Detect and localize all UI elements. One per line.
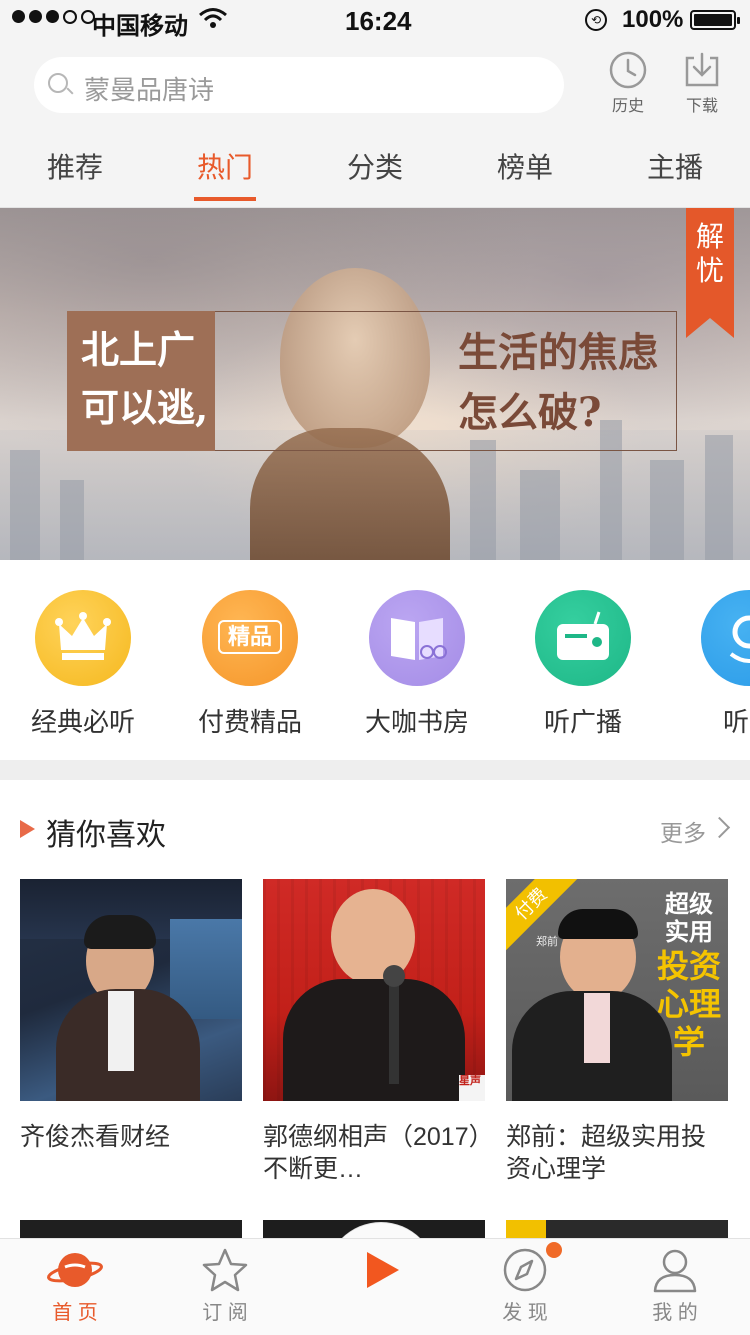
- category-premium[interactable]: 精品 付费精品: [175, 590, 325, 739]
- album-card[interactable]: 付费 郑前 超级 实用 投资 心理 学 郑前：超级实用投资心理学: [506, 879, 728, 1185]
- status-time: 16:24: [345, 6, 412, 36]
- history-button[interactable]: 历史: [598, 50, 658, 116]
- album-title: 郑前：超级实用投资心理学: [506, 1123, 707, 1183]
- album-cover: [20, 879, 242, 1101]
- carrier-name: 中国移动: [92, 13, 188, 40]
- radio-icon: [535, 590, 631, 686]
- category-label: 付费精品: [197, 707, 302, 737]
- battery-icon: [690, 10, 740, 30]
- nav-subscribe[interactable]: 订 阅: [175, 1247, 275, 1325]
- search-input[interactable]: 蒙曼品唐诗: [34, 57, 564, 113]
- play-button[interactable]: [345, 1238, 417, 1310]
- nav-label: 发 现: [502, 1302, 548, 1324]
- rotation-lock-icon: ⟲: [585, 9, 607, 31]
- book-icon: [369, 590, 465, 686]
- album-card[interactable]: 星声 郭德纲相声（2017）不断更…: [263, 879, 485, 1185]
- album-cover: 星声: [263, 879, 485, 1101]
- premium-icon: 精品: [202, 590, 298, 686]
- nav-label: 订 阅: [202, 1302, 248, 1324]
- planet-icon: [47, 1253, 103, 1287]
- album-card-peek: [506, 1220, 728, 1240]
- location-icon: [701, 590, 750, 686]
- main-tabs: 推荐 热门 分类 榜单 主播: [0, 136, 750, 206]
- category-label: 听广播: [543, 707, 622, 737]
- nav-home[interactable]: 首 页: [25, 1247, 125, 1325]
- album-title: 齐俊杰看财经: [20, 1123, 171, 1151]
- category-radio[interactable]: 听广播: [508, 590, 658, 739]
- crown-icon: [35, 590, 131, 686]
- download-button[interactable]: 下载: [672, 50, 732, 116]
- status-bar: 中国移动 16:24 ⟲ 100%: [0, 0, 750, 40]
- banner-ribbon: 解 忧: [686, 208, 734, 338]
- cover-watermark: 星声: [459, 1075, 485, 1101]
- tab-category[interactable]: 分类: [300, 146, 450, 186]
- category-nearby[interactable]: 听广: [674, 590, 750, 739]
- section-title: 猜你喜欢: [46, 819, 166, 852]
- tab-recommend[interactable]: 推荐: [0, 146, 150, 186]
- album-card[interactable]: 齐俊杰看财经: [20, 879, 242, 1153]
- cover-title: 超级 实用 投资 心理 学: [656, 891, 721, 1060]
- search-placeholder: 蒙曼品唐诗: [84, 75, 215, 105]
- download-label: 下载: [685, 98, 718, 115]
- signal-strength-icon: [12, 10, 95, 24]
- tab-hosts[interactable]: 主播: [600, 146, 750, 186]
- more-link[interactable]: 更多: [660, 814, 706, 848]
- star-icon: [202, 1248, 248, 1292]
- active-tab-indicator: [194, 197, 256, 201]
- history-label: 历史: [611, 98, 644, 115]
- tab-hot[interactable]: 热门: [150, 146, 300, 186]
- category-celebrity-study[interactable]: 大咖书房: [342, 590, 492, 739]
- notification-dot: [546, 1242, 562, 1258]
- search-icon: [48, 73, 68, 93]
- nav-label: 我 的: [652, 1302, 698, 1324]
- category-label: 经典必听: [30, 707, 135, 737]
- nav-discover[interactable]: 发 现: [475, 1247, 575, 1325]
- category-label: 大咖书房: [364, 707, 469, 737]
- album-title: 郭德纲相声（2017）不断更…: [263, 1123, 482, 1183]
- category-label: 听广: [722, 707, 750, 737]
- compass-icon: [503, 1248, 547, 1292]
- category-classic[interactable]: 经典必听: [8, 590, 158, 739]
- clock-icon: [609, 51, 647, 89]
- section-marker-icon: [20, 820, 35, 838]
- battery-percent: 100%: [622, 6, 684, 33]
- guess-section-header: 猜你喜欢 更多: [0, 780, 750, 876]
- tab-rankings[interactable]: 榜单: [450, 146, 600, 186]
- album-card-peek: [20, 1220, 242, 1240]
- chevron-right-icon[interactable]: [708, 816, 731, 839]
- banner-right-text: 生活的焦虑 怎么破?: [458, 329, 658, 436]
- header: 蒙曼品唐诗 历史 下载 推荐 热门 分类 榜单 主播: [0, 40, 750, 208]
- download-icon: [685, 52, 719, 87]
- category-row: 经典必听 精品 付费精品 大咖书房 听广播 听广: [0, 560, 750, 760]
- nav-label: 首 页: [52, 1302, 98, 1324]
- album-cover: 付费 郑前 超级 实用 投资 心理 学: [506, 879, 728, 1101]
- section-separator: [0, 760, 750, 780]
- wifi-icon: [198, 6, 228, 37]
- promo-banner[interactable]: 北上广 可以逃, 生活的焦虑 怎么破? 解 忧: [0, 208, 750, 560]
- user-icon: [653, 1249, 697, 1293]
- nav-profile[interactable]: 我 的: [625, 1247, 725, 1325]
- banner-left-text: 北上广 可以逃,: [67, 311, 215, 451]
- play-icon: [367, 1252, 399, 1288]
